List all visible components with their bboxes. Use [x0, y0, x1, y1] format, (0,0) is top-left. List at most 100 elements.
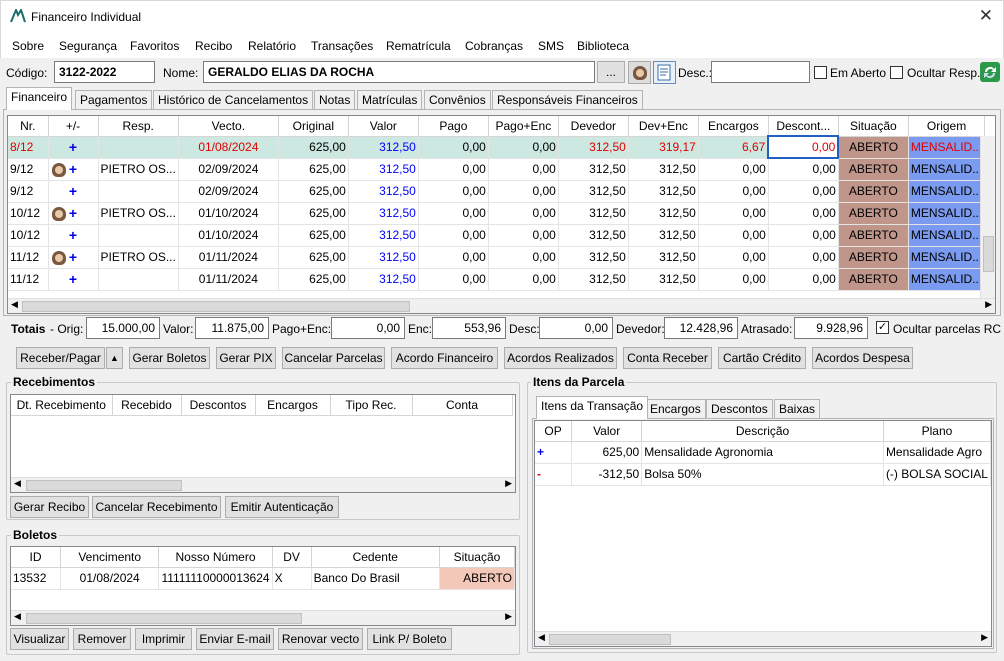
- em-aberto-checkbox[interactable]: [814, 66, 827, 79]
- col-header[interactable]: Nosso Número: [158, 547, 273, 568]
- atrasado-field[interactable]: 9.928,96: [794, 317, 868, 339]
- conta-receber-button[interactable]: Conta Receber: [623, 347, 712, 369]
- menu-cobrancas[interactable]: Cobranças: [465, 39, 523, 53]
- gerar-boletos-button[interactable]: Gerar Boletos: [129, 347, 210, 369]
- desc-field[interactable]: [711, 61, 810, 83]
- tab-encargos[interactable]: Encargos: [645, 399, 706, 419]
- acordos-despesa-button[interactable]: Acordos Despesa: [812, 347, 913, 369]
- col-header[interactable]: Pago: [418, 116, 489, 137]
- edit-document-icon[interactable]: [653, 61, 676, 84]
- col-header[interactable]: +/-: [48, 116, 99, 137]
- table-row[interactable]: 11/12 + PIETRO OS... 01/11/2024 625,00 312,50…: [8, 246, 986, 269]
- close-icon[interactable]: ✕: [979, 6, 993, 26]
- tab-descontos[interactable]: Descontos: [706, 399, 773, 419]
- itens-hscroll[interactable]: ◀ ▶: [535, 631, 991, 646]
- emitir-autenticacao-button[interactable]: Emitir Autenticação: [225, 496, 339, 518]
- recebimentos-hscroll[interactable]: ◀ ▶: [11, 477, 515, 492]
- table-row[interactable]: 11/12 +01/11/2024 625,00 312,50 0,00 0,00 312,…: [8, 268, 986, 291]
- refresh-icon[interactable]: [979, 60, 1001, 84]
- menu-biblioteca[interactable]: Biblioteca: [577, 39, 629, 53]
- col-header[interactable]: Devedor: [558, 116, 629, 137]
- receber-pagar-button[interactable]: Receber/Pagar: [16, 347, 105, 369]
- table-row[interactable]: 10/12 + PIETRO OS... 01/10/2024 625,00 312,50…: [8, 202, 986, 225]
- nome-field[interactable]: GERALDO ELIAS DA ROCHA: [203, 61, 595, 83]
- tab-matriculas[interactable]: Matrículas: [357, 90, 423, 110]
- menu-favoritos[interactable]: Favoritos: [130, 39, 179, 53]
- tab-financeiro[interactable]: Financeiro: [6, 87, 73, 110]
- parcelas-vscroll[interactable]: [980, 136, 995, 299]
- gerar-recibo-button[interactable]: Gerar Recibo: [10, 496, 89, 518]
- col-header[interactable]: Resp.: [98, 116, 179, 137]
- boletos-hscroll[interactable]: ◀ ▶: [11, 610, 515, 625]
- imprimir-button[interactable]: Imprimir: [135, 628, 192, 650]
- search-aluno-button[interactable]: ...: [597, 61, 625, 83]
- col-header[interactable]: Situação: [439, 547, 515, 568]
- ocultar-parcelas-checkbox[interactable]: ✓: [876, 321, 889, 334]
- col-header[interactable]: Vecto.: [178, 116, 279, 137]
- col-header[interactable]: Valor: [348, 116, 419, 137]
- col-header[interactable]: Vencimento: [60, 547, 160, 568]
- tab-historico-cancelamentos[interactable]: Histórico de Cancelamentos: [153, 90, 314, 110]
- menu-recibo[interactable]: Recibo: [195, 39, 232, 53]
- table-cell: 0,00: [768, 202, 839, 225]
- acordo-financeiro-button[interactable]: Acordo Financeiro: [391, 347, 498, 369]
- col-header[interactable]: Nr.: [8, 116, 49, 137]
- ocultar-resp-checkbox[interactable]: [890, 66, 903, 79]
- menu-sobre[interactable]: Sobre: [12, 39, 44, 53]
- tab-convenios[interactable]: Convênios: [424, 90, 491, 110]
- col-header[interactable]: Pago+Enc: [488, 116, 559, 137]
- col-header[interactable]: Plano: [883, 421, 991, 442]
- person-photo-icon[interactable]: [628, 61, 651, 84]
- col-header[interactable]: OP: [535, 421, 573, 442]
- col-header[interactable]: ID: [11, 547, 61, 568]
- cancelar-recebimento-button[interactable]: Cancelar Recebimento: [92, 496, 221, 518]
- table-row[interactable]: 10/12 +01/10/2024 625,00 312,50 0,00 0,00 312,…: [8, 224, 986, 247]
- table-row[interactable]: 13532 01/08/2024 11111110000013624 X Banco D…: [11, 567, 515, 590]
- col-header[interactable]: Cedente: [311, 547, 440, 568]
- menu-rematricula[interactable]: Rematrícula: [386, 39, 451, 53]
- enviar-email-button[interactable]: Enviar E-mail: [196, 628, 274, 650]
- col-header[interactable]: Descrição: [641, 421, 884, 442]
- orig-field[interactable]: 15.000,00: [86, 317, 160, 339]
- col-header[interactable]: Origem: [908, 116, 986, 137]
- col-header[interactable]: Original: [278, 116, 349, 137]
- table-row[interactable]: 8/12 +01/08/2024 625,00 312,50 0,00 0,00 312,5…: [8, 135, 986, 159]
- chevron-up-icon[interactable]: ▲: [106, 347, 123, 369]
- col-header[interactable]: Descont...: [768, 116, 839, 137]
- menu-sms[interactable]: SMS: [538, 39, 564, 53]
- table-row[interactable]: - -312,50 Bolsa 50% (-) BOLSA SOCIAL: [535, 463, 991, 486]
- tab-baixas[interactable]: Baixas: [774, 399, 821, 419]
- table-row[interactable]: +625,00 Mensalidade Agronomia Mensalidade …: [535, 441, 991, 464]
- enc-field[interactable]: 553,96: [432, 317, 506, 339]
- gerar-pix-button[interactable]: Gerar PIX: [216, 347, 276, 369]
- table-cell: 01/10/2024: [178, 202, 279, 225]
- menu-seguranca[interactable]: Segurança: [59, 39, 117, 53]
- acordos-realizados-button[interactable]: Acordos Realizados: [504, 347, 617, 369]
- codigo-field[interactable]: 3122-2022: [54, 61, 155, 83]
- menu-relatorio[interactable]: Relatório: [248, 39, 296, 53]
- menu-transacoes[interactable]: Transações: [311, 39, 373, 53]
- renovar-vecto-button[interactable]: Renovar vecto: [278, 628, 363, 650]
- visualizar-button[interactable]: Visualizar: [10, 628, 69, 650]
- valor-field[interactable]: 11.875,00: [195, 317, 269, 339]
- col-header[interactable]: Valor: [571, 421, 643, 442]
- tab-pagamentos[interactable]: Pagamentos: [75, 90, 153, 110]
- tab-notas[interactable]: Notas: [314, 90, 356, 110]
- pagoenc-field[interactable]: 0,00: [331, 317, 405, 339]
- cartao-credito-button[interactable]: Cartão Crédito: [718, 347, 806, 369]
- col-header[interactable]: Dev+Enc: [628, 116, 699, 137]
- col-header[interactable]: DV: [272, 547, 312, 568]
- parcelas-hscroll[interactable]: ◀ ▶: [8, 298, 995, 313]
- col-header[interactable]: Encargos: [698, 116, 769, 137]
- cancelar-parcelas-button[interactable]: Cancelar Parcelas: [282, 347, 385, 369]
- link-boleto-button[interactable]: Link P/ Boleto: [367, 628, 452, 650]
- desc-total-field[interactable]: 0,00: [539, 317, 613, 339]
- devedor-field[interactable]: 12.428,96: [664, 317, 738, 339]
- table-row[interactable]: 9/12 +02/09/2024 625,00 312,50 0,00 0,00 312,5…: [8, 180, 986, 203]
- col-header[interactable]: Situação: [838, 116, 909, 137]
- tab-responsaveis-financeiros[interactable]: Responsáveis Financeiros: [492, 90, 643, 110]
- tab-itens-transacao[interactable]: Itens da Transação: [536, 396, 649, 419]
- remover-button[interactable]: Remover: [73, 628, 131, 650]
- table-cell: MENSALID...: [908, 136, 986, 159]
- table-row[interactable]: 9/12 + PIETRO OS... 02/09/2024 625,00 312,50 0…: [8, 158, 986, 181]
